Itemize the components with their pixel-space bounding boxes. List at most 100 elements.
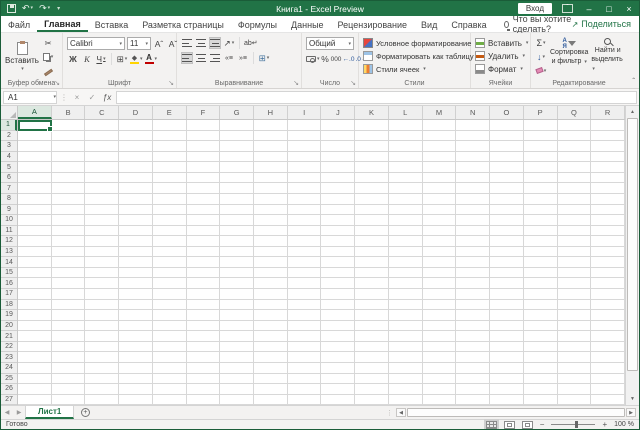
cell[interactable] <box>288 183 322 194</box>
cell[interactable] <box>321 342 355 353</box>
align-right-icon[interactable] <box>209 52 221 64</box>
cell[interactable] <box>490 384 524 395</box>
cell[interactable] <box>490 278 524 289</box>
cell[interactable] <box>389 152 423 163</box>
zoom-out-icon[interactable]: − <box>540 420 545 429</box>
cell[interactable] <box>558 331 592 342</box>
cell[interactable] <box>423 236 457 247</box>
cell[interactable] <box>321 321 355 332</box>
cancel-entry-icon[interactable]: × <box>71 93 83 102</box>
cell[interactable] <box>591 152 625 163</box>
cell[interactable] <box>355 141 389 152</box>
cell[interactable] <box>18 152 52 163</box>
column-header[interactable]: A <box>18 106 52 119</box>
cell[interactable] <box>119 226 153 237</box>
cell[interactable] <box>288 173 322 184</box>
percent-style-icon[interactable]: % <box>321 53 330 65</box>
cell[interactable] <box>187 226 221 237</box>
formula-input[interactable] <box>116 91 637 104</box>
column-header[interactable]: H <box>254 106 288 119</box>
cell[interactable] <box>456 141 490 152</box>
cell[interactable] <box>52 257 86 268</box>
cell[interactable] <box>456 384 490 395</box>
cell[interactable] <box>423 395 457 405</box>
cell[interactable] <box>423 352 457 363</box>
row-header[interactable]: 25 <box>1 374 17 385</box>
cell[interactable] <box>52 141 86 152</box>
cell[interactable] <box>321 247 355 258</box>
zoom-slider[interactable] <box>551 424 595 425</box>
cell[interactable] <box>52 120 86 131</box>
cell[interactable] <box>321 215 355 226</box>
cell[interactable] <box>18 162 52 173</box>
horizontal-scrollbar[interactable]: ⋮ ◀ ▶ <box>386 406 639 419</box>
minimize-button[interactable]: – <box>579 1 599 16</box>
row-header[interactable]: 21 <box>1 331 17 342</box>
cell[interactable] <box>18 215 52 226</box>
cell[interactable] <box>187 321 221 332</box>
orientation-icon[interactable]: ↗▾ <box>223 37 235 49</box>
cell[interactable] <box>490 289 524 300</box>
row-header[interactable]: 19 <box>1 310 17 321</box>
cell[interactable] <box>524 374 558 385</box>
cell[interactable] <box>321 268 355 279</box>
cell[interactable] <box>591 289 625 300</box>
align-bottom-icon[interactable] <box>209 37 221 49</box>
cell[interactable] <box>321 384 355 395</box>
cell[interactable] <box>85 268 119 279</box>
vertical-scroll-thumb[interactable] <box>627 118 638 371</box>
cell[interactable] <box>187 247 221 258</box>
cell[interactable] <box>85 226 119 237</box>
cell[interactable] <box>389 310 423 321</box>
scroll-right-icon[interactable]: ▶ <box>626 408 636 417</box>
cell[interactable] <box>591 194 625 205</box>
cell[interactable] <box>389 331 423 342</box>
cell[interactable] <box>153 141 187 152</box>
cell[interactable] <box>558 205 592 216</box>
cell[interactable] <box>591 363 625 374</box>
cell[interactable] <box>423 215 457 226</box>
cell[interactable] <box>355 374 389 385</box>
cell[interactable] <box>558 173 592 184</box>
cell[interactable] <box>490 183 524 194</box>
cell[interactable] <box>355 331 389 342</box>
cell[interactable] <box>456 162 490 173</box>
cell[interactable] <box>85 162 119 173</box>
cell[interactable] <box>389 247 423 258</box>
cell[interactable] <box>254 331 288 342</box>
cell[interactable] <box>524 342 558 353</box>
cell[interactable] <box>18 331 52 342</box>
cell[interactable] <box>558 352 592 363</box>
cell[interactable] <box>85 321 119 332</box>
cell[interactable] <box>18 278 52 289</box>
cell[interactable] <box>254 278 288 289</box>
cell[interactable] <box>524 310 558 321</box>
cell[interactable] <box>153 352 187 363</box>
cell[interactable] <box>254 289 288 300</box>
cell[interactable] <box>52 289 86 300</box>
cell[interactable] <box>490 374 524 385</box>
cell[interactable] <box>490 257 524 268</box>
cell[interactable] <box>389 236 423 247</box>
cell[interactable] <box>288 363 322 374</box>
cell[interactable] <box>490 342 524 353</box>
cell[interactable] <box>119 162 153 173</box>
cell[interactable] <box>423 226 457 237</box>
cell[interactable] <box>254 162 288 173</box>
cell[interactable] <box>288 310 322 321</box>
cell[interactable] <box>591 173 625 184</box>
cell[interactable] <box>85 310 119 321</box>
cell[interactable] <box>558 141 592 152</box>
cell[interactable] <box>558 384 592 395</box>
cell[interactable] <box>423 183 457 194</box>
collapse-ribbon-icon[interactable]: ˆ <box>632 77 635 86</box>
cell[interactable] <box>423 131 457 142</box>
column-header[interactable]: F <box>187 106 221 119</box>
cell[interactable] <box>389 183 423 194</box>
cell[interactable] <box>52 205 86 216</box>
cell[interactable] <box>187 374 221 385</box>
cell[interactable] <box>52 183 86 194</box>
cell[interactable] <box>591 310 625 321</box>
row-header[interactable]: 23 <box>1 352 17 363</box>
row-header[interactable]: 2 <box>1 131 17 142</box>
